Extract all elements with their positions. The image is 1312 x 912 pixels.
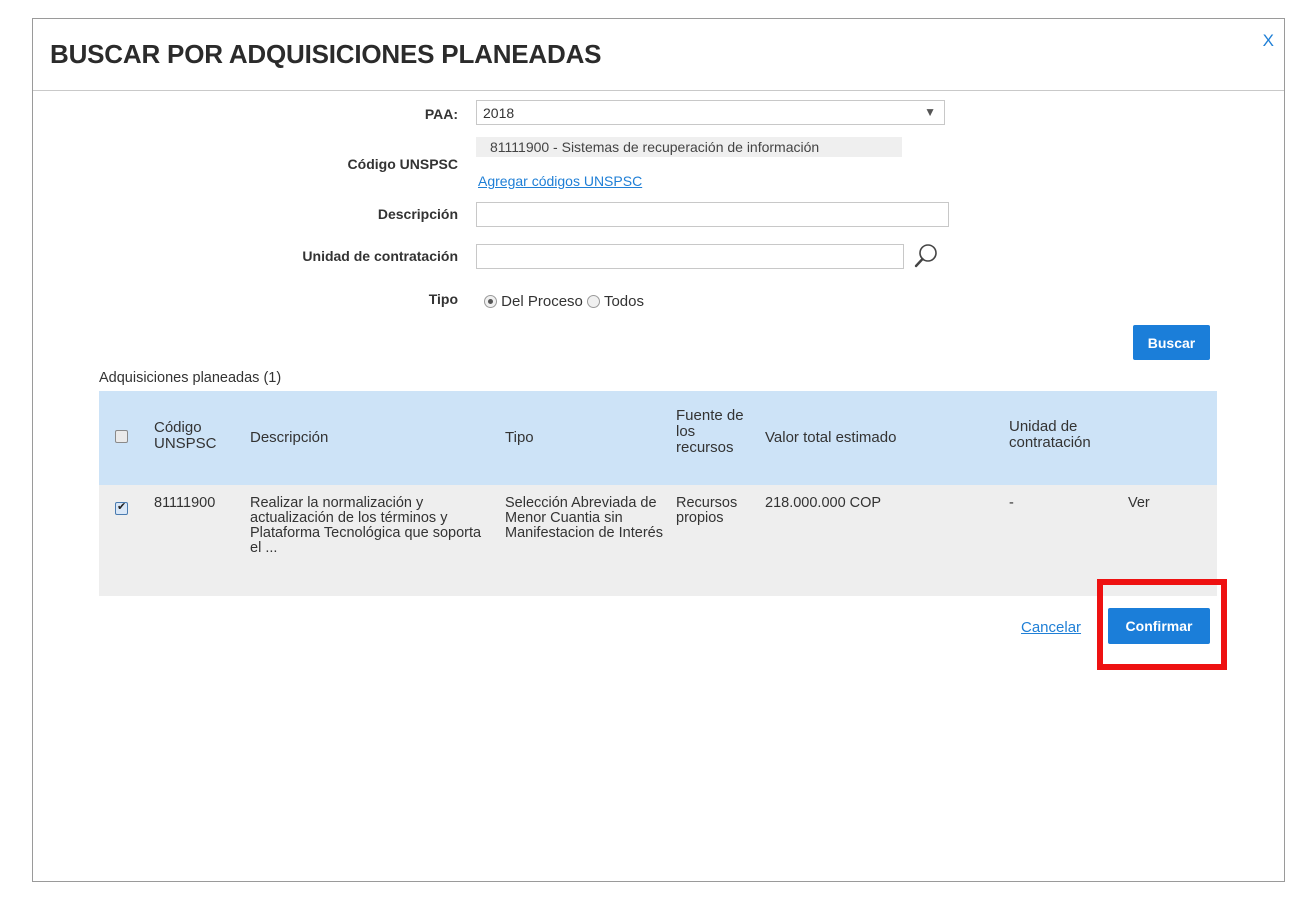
chevron-down-icon: ▼ [924,105,936,119]
tipo-option-del-proceso: Del Proceso [501,293,583,310]
row-fuente: Recursos propios [676,495,738,526]
col-header-descripcion: Descripción [250,429,329,446]
add-unspsc-link[interactable]: Agregar códigos UNSPSC [478,173,642,189]
descripcion-input[interactable] [476,202,949,227]
col-header-codigo: Código UNSPSC [154,419,217,452]
dialog-title: BUSCAR POR ADQUISICIONES PLANEADAS [50,39,602,69]
row-codigo: 81111900 [154,495,216,511]
title-divider [33,90,1284,91]
col-header-tipo: Tipo [505,429,534,446]
row-descripcion: Realizar la normalización y actualizació… [250,495,482,556]
descripcion-label: Descripción [377,206,458,222]
unspsc-label: Código UNSPSC [347,156,458,172]
tipo-radio-del-proceso[interactable] [484,295,497,308]
row-checkbox[interactable] [115,500,128,515]
unidad-label: Unidad de contratación [302,248,458,264]
results-heading: Adquisiciones planeadas (1) [99,370,282,386]
select-all-checkbox[interactable] [115,430,128,443]
confirm-highlight-box [1097,579,1227,670]
tipo-radio-group: Del Proceso Todos [484,293,644,310]
tipo-radio-todos[interactable] [587,295,601,308]
cancel-link[interactable]: Cancelar [1021,619,1081,636]
paa-select-value: 2018 [483,105,515,121]
search-icon[interactable] [913,242,939,275]
table-row: 81111900 Realizar la normalización y act… [99,485,1217,596]
unidad-input[interactable] [476,244,904,269]
col-header-unidad: Unidad de contratación [1009,418,1091,451]
buscar-button[interactable]: Buscar [1133,325,1210,360]
tipo-option-todos: Todos [603,293,644,310]
paa-select[interactable]: 2018 ▼ [476,100,945,125]
close-button[interactable]: X [1263,31,1274,51]
tipo-label: Tipo [428,291,458,307]
ver-link[interactable]: Ver [1128,496,1150,511]
row-tipo: Selección Abreviada de Menor Cuantia sin… [505,495,663,541]
row-valor: 218.000.000 COP [765,495,882,511]
results-table: Código UNSPSC Descripción Tipo Fuente de… [99,391,1217,596]
paa-label: PAA: [424,106,458,122]
dialog: BUSCAR POR ADQUISICIONES PLANEADAS X PAA… [32,18,1285,882]
unspsc-selected-chip: 81111900 - Sistemas de recuperación de i… [476,137,902,157]
table-header: Código UNSPSC Descripción Tipo Fuente de… [99,391,1217,485]
row-unidad: - [1009,495,1014,511]
col-header-fuente: Fuente de los recursos [676,407,744,456]
col-header-valor: Valor total estimado [765,429,897,446]
